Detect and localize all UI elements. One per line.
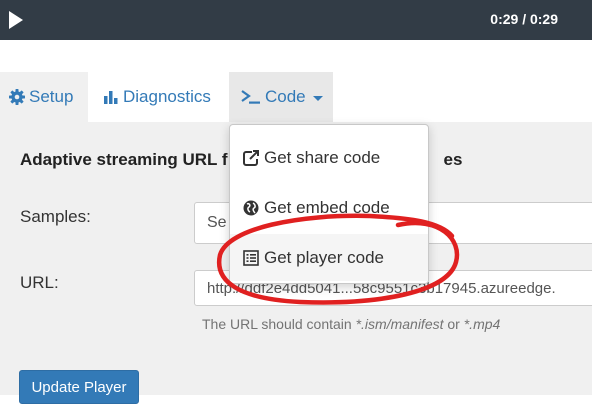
tab-code-label: Code	[265, 87, 306, 106]
chevron-down-icon	[312, 95, 323, 101]
list-icon	[243, 249, 259, 266]
get-player-code-item[interactable]: Get player code	[230, 234, 428, 281]
tab-setup-label: Setup	[29, 87, 74, 106]
globe-icon	[243, 200, 259, 216]
tab-diagnostics-label: Diagnostics	[123, 87, 211, 106]
tab-bar: Setup Diagnostics Code	[0, 72, 592, 122]
tab-diagnostics[interactable]: Diagnostics	[88, 72, 229, 122]
update-player-button[interactable]: Update Player	[19, 370, 139, 404]
play-icon[interactable]	[9, 11, 23, 29]
time-display: 0:29 / 0:29	[490, 11, 558, 27]
gear-icon	[9, 89, 25, 105]
share-icon	[243, 149, 259, 166]
samples-label: Samples:	[20, 207, 91, 226]
get-share-code-item[interactable]: Get share code	[230, 134, 428, 181]
url-help-text: The URL should contain *.ism/manifest or…	[202, 316, 501, 332]
tab-code[interactable]: Code	[229, 72, 333, 122]
code-dropdown-menu: Get share code Get embed code Get player…	[229, 124, 429, 284]
video-player-controls: 0:29 / 0:29	[0, 0, 592, 40]
terminal-icon	[241, 89, 261, 105]
url-label: URL:	[20, 273, 59, 292]
get-embed-code-item[interactable]: Get embed code	[230, 184, 428, 231]
bar-chart-icon	[103, 89, 119, 105]
tab-setup[interactable]: Setup	[0, 72, 88, 122]
